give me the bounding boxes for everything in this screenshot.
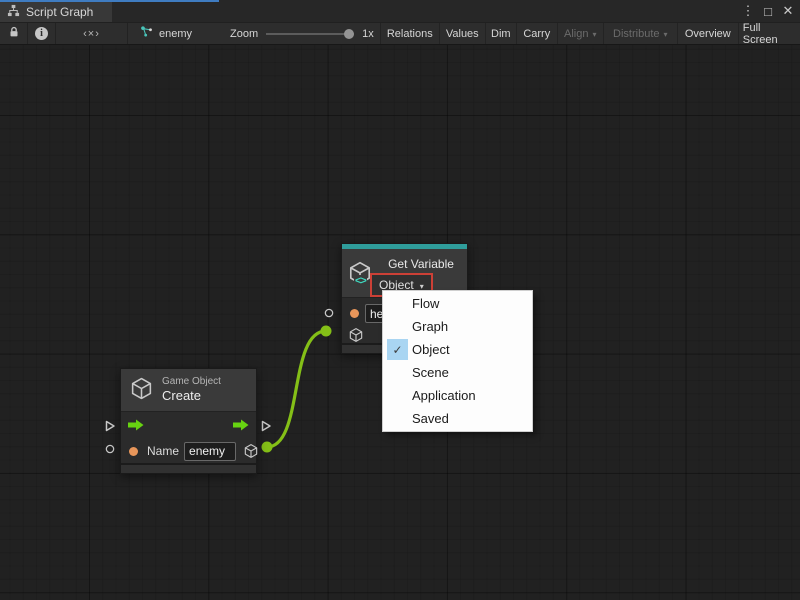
create-name-input-port[interactable] (105, 443, 115, 457)
chevron-down-icon: ▾ (593, 30, 597, 39)
zoom-slider-handle[interactable] (344, 29, 354, 39)
close-icon[interactable]: ✕ (780, 2, 796, 20)
create-node-footer (121, 463, 256, 473)
overview-label: Overview (685, 28, 731, 40)
create-node-title: Create (162, 388, 221, 404)
create-flow-input-port[interactable] (104, 420, 116, 435)
string-value-dot-icon (129, 447, 138, 456)
align-label: Align (564, 28, 588, 40)
tab-label: Script Graph (26, 5, 93, 19)
check-column (383, 361, 412, 384)
create-node-header[interactable]: Game Object Create (121, 369, 256, 411)
relations-button[interactable]: Relations (380, 23, 439, 44)
menu-item-label: Application (412, 388, 476, 403)
graph-reference-button[interactable]: enemy (128, 23, 202, 44)
graph-nodes-icon (140, 25, 154, 42)
code-view-button[interactable]: ‹×› (56, 23, 128, 44)
menu-item-label: Saved (412, 411, 449, 426)
menu-item-label: Scene (412, 365, 449, 380)
distribute-label: Distribute (613, 28, 659, 40)
flow-out-arrow-icon (233, 419, 249, 434)
zoom-control: Zoom 1x (202, 23, 380, 44)
menu-item-graph[interactable]: Graph (383, 315, 532, 338)
check-column (383, 292, 412, 315)
overview-button[interactable]: Overview (677, 23, 738, 44)
name-param-label: Name (147, 444, 179, 458)
lock-icon (7, 25, 21, 42)
zoom-value: 1x (362, 28, 374, 40)
maximize-icon[interactable]: □ (760, 2, 776, 20)
window-menu-icon[interactable]: ⋮ (740, 2, 756, 20)
graph-reference-name: enemy (159, 28, 192, 40)
string-value-dot-icon (350, 309, 359, 318)
check-column: ✓ (383, 338, 412, 361)
menu-item-application[interactable]: Application (383, 384, 532, 407)
chevron-down-icon: ▾ (664, 30, 668, 39)
carry-button[interactable]: Carry (516, 23, 557, 44)
create-flow-row (121, 412, 256, 438)
tab-script-graph[interactable]: Script Graph (0, 2, 112, 22)
menu-item-scene[interactable]: Scene (383, 361, 532, 384)
check-column (383, 407, 412, 430)
name-value-input[interactable] (184, 442, 236, 461)
menu-item-object[interactable]: ✓ Object (383, 338, 532, 361)
create-name-row: Name (121, 438, 256, 464)
menu-item-label: Object (412, 342, 450, 357)
menu-item-label: Flow (412, 296, 439, 311)
zoom-slider-track (266, 33, 354, 35)
object-cube-icon (348, 327, 364, 343)
align-button[interactable]: Align ▾ (557, 23, 603, 44)
create-node[interactable]: Game Object Create Name (120, 368, 257, 474)
info-icon: i (35, 27, 48, 40)
check-column (383, 384, 412, 407)
dim-label: Dim (491, 28, 511, 40)
check-column (383, 315, 412, 338)
flow-in-arrow-icon (128, 419, 144, 434)
menu-item-saved[interactable]: Saved (383, 407, 532, 430)
zoom-label: Zoom (230, 28, 258, 40)
code-icon: ‹×› (83, 28, 100, 40)
distribute-button[interactable]: Distribute ▾ (603, 23, 677, 44)
dim-button[interactable]: Dim (485, 23, 516, 44)
menu-item-flow[interactable]: Flow (383, 292, 532, 315)
values-label: Values (446, 28, 479, 40)
carry-label: Carry (523, 28, 550, 40)
create-flow-output-port[interactable] (260, 420, 272, 435)
graph-hierarchy-icon (7, 4, 20, 20)
scope-menu: Flow Graph ✓ Object Scene Application (382, 290, 533, 432)
menu-item-label: Graph (412, 319, 448, 334)
window-controls: ⋮ □ ✕ (740, 0, 796, 22)
checkmark-icon: ✓ (387, 339, 408, 360)
toolbar-buttons: Relations Values Dim Carry Align ▾ Distr… (380, 23, 800, 44)
script-graph-window: Script Graph ⋮ □ ✕ i ‹×› (0, 0, 800, 600)
lock-button[interactable] (0, 23, 28, 44)
create-node-category: Game Object (162, 376, 221, 389)
code-brackets-icon: <> (354, 275, 367, 287)
getvariable-name-input-port[interactable] (324, 307, 334, 321)
graph-toolbar: i ‹×› enemy Zoom 1x (0, 22, 800, 45)
create-node-body: Name (121, 411, 256, 463)
zoom-slider[interactable] (266, 29, 354, 39)
fullscreen-button[interactable]: Full Screen (738, 23, 800, 44)
fullscreen-label: Full Screen (743, 22, 796, 46)
info-button[interactable]: i (28, 23, 56, 44)
graph-canvas[interactable]: Game Object Create Name (0, 45, 800, 600)
get-variable-title: Get Variable (376, 257, 466, 271)
relations-label: Relations (387, 28, 433, 40)
output-cube-icon (243, 443, 259, 459)
gameobject-cube-icon (129, 376, 154, 404)
title-bar: Script Graph ⋮ □ ✕ (0, 0, 800, 22)
values-button[interactable]: Values (439, 23, 485, 44)
